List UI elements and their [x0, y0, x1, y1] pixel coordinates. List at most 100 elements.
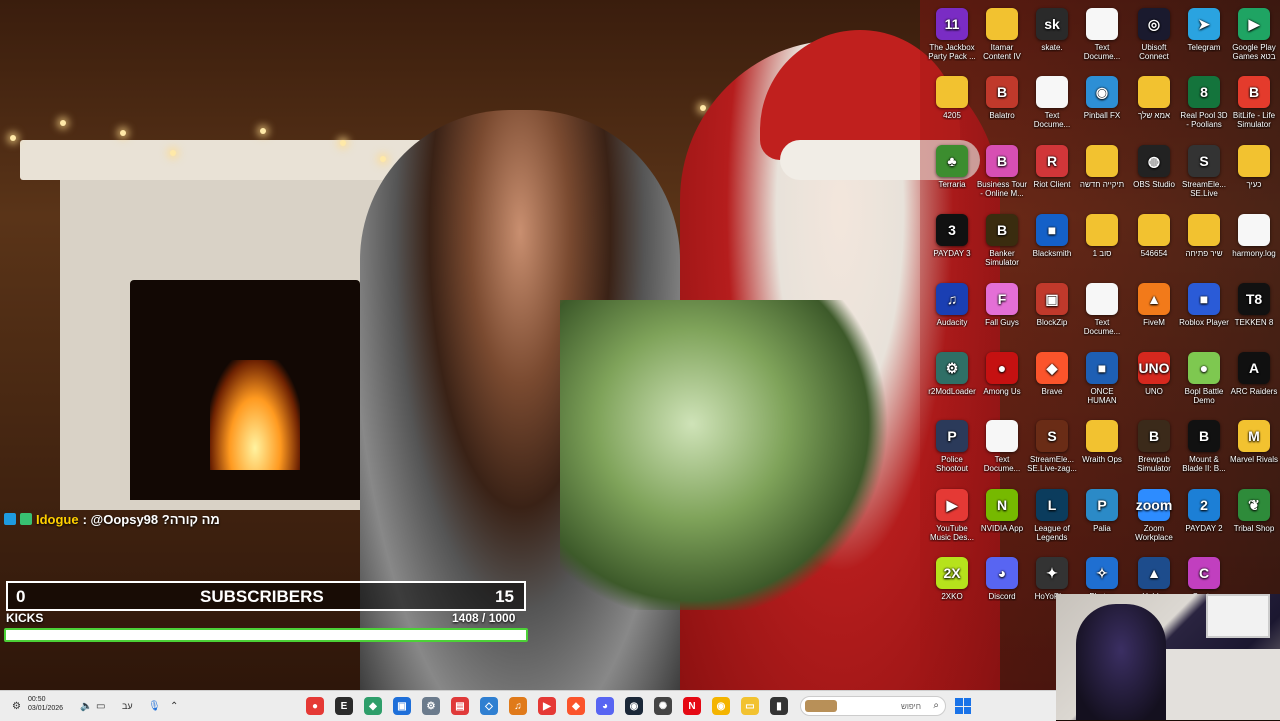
desktop-icon[interactable]: ➤ Telegram	[1178, 8, 1230, 52]
desktop-icon[interactable]: 3 PAYDAY 3	[926, 214, 978, 258]
desktop-icon-label: Text Docume...	[983, 455, 1021, 473]
desktop-icon[interactable]: B Brewpub Simulator	[1128, 420, 1180, 473]
desktop-icon[interactable]: Wraith Ops	[1076, 420, 1128, 464]
headset-icon[interactable]: ♫	[509, 697, 527, 715]
app-diamond-icon[interactable]: ◇	[480, 697, 498, 715]
settings-tray-icon[interactable]: ⚙	[12, 701, 21, 712]
webcam-person	[1076, 604, 1166, 720]
desktop-icon[interactable]: T8 TEKKEN 8	[1228, 283, 1280, 327]
desktop-icon[interactable]: 8 Real Pool 3D - Poolians	[1178, 76, 1230, 129]
desktop-icon[interactable]: P Police Shootout	[926, 420, 978, 473]
desktop-icon-label: harmony.log	[1232, 249, 1276, 258]
desktop-icon[interactable]: M Marvel Rivals	[1228, 420, 1280, 464]
subscriber-title: SUBSCRIBERS	[200, 587, 324, 606]
desktop-icon[interactable]: L League of Legends	[1026, 489, 1078, 542]
language-indicator[interactable]: עב	[122, 701, 133, 711]
app-icon	[1238, 145, 1270, 177]
desktop-icon[interactable]: 2 PAYDAY 2	[1178, 489, 1230, 533]
desktop-icon[interactable]: S StreamEle... SE.Live-zag...	[1026, 420, 1078, 473]
desktop-icon[interactable]: ◆ Brave	[1026, 352, 1078, 396]
desktop-icon[interactable]: Text Docume...	[1026, 76, 1078, 129]
brave-icon[interactable]: ◆	[567, 697, 585, 715]
desktop-icon[interactable]: S StreamEle... SE.Live	[1178, 145, 1230, 198]
desktop-icon[interactable]: B Business Tour - Online M...	[976, 145, 1028, 198]
media-player-icon[interactable]: ▶	[538, 697, 556, 715]
epic-games-icon[interactable]: E	[335, 697, 353, 715]
desktop-icon[interactable]: ◎ Ubisoft Connect	[1128, 8, 1180, 61]
desktop-icon[interactable]: UNO UNO	[1128, 352, 1180, 396]
desktop-icon[interactable]: R Riot Client	[1026, 145, 1078, 189]
desktop-icon[interactable]: ◉ Pinball FX	[1076, 76, 1128, 120]
desktop-icon[interactable]: ❦ Tribal Shop	[1228, 489, 1280, 533]
desktop-icon[interactable]: Text Docume...	[1076, 8, 1128, 61]
desktop-icon[interactable]: 2X 2XKO	[926, 557, 978, 601]
desktop-icon[interactable]: 4205	[926, 76, 978, 120]
desktop-icon[interactable]: Text Docume...	[1076, 283, 1128, 336]
start-button[interactable]	[955, 698, 971, 714]
app-icon: A	[1238, 352, 1270, 384]
clock[interactable]: 00:50 03/01/2026	[28, 695, 63, 713]
desktop-icon[interactable]: כעיך	[1228, 145, 1280, 189]
desktop-icon-label: Text Docume...	[1033, 111, 1071, 129]
desktop-icon[interactable]: P Palia	[1076, 489, 1128, 533]
desktop-icon[interactable]: ♫ Audacity	[926, 283, 978, 327]
terminal-icon[interactable]: ▮	[770, 697, 788, 715]
desktop-icon[interactable]: ▶ YouTube Music Des...	[926, 489, 978, 542]
app-icon: ◆	[1036, 352, 1068, 384]
file-explorer-icon[interactable]: ▭	[741, 697, 759, 715]
desktop-icon[interactable]: אמא שלך	[1128, 76, 1180, 120]
desktop-icon[interactable]: תיקייה חדשה	[1076, 145, 1128, 189]
app-icon: ◍	[1138, 145, 1170, 177]
desktop-icon[interactable]: ■ Blacksmith	[1026, 214, 1078, 258]
desktop-icon[interactable]: ● Among Us	[976, 352, 1028, 396]
netflix-icon[interactable]: N	[683, 697, 701, 715]
desktop-icon[interactable]: A ARC Raiders	[1228, 352, 1280, 396]
desktop-icon-label: NVIDIA App	[980, 524, 1024, 533]
desktop-icon[interactable]: F Fall Guys	[976, 283, 1028, 327]
desktop-icon[interactable]: ■ ONCE HUMAN	[1076, 352, 1128, 405]
search-box[interactable]: חיפוש ⌕	[800, 696, 946, 716]
desktop-icon[interactable]: sk skate.	[1026, 8, 1078, 52]
chatgpt-icon[interactable]: ✺	[654, 697, 672, 715]
desktop-icon[interactable]: ▲ FiveM	[1128, 283, 1180, 327]
steam-icon[interactable]: ◉	[625, 697, 643, 715]
webcam-bed	[1166, 649, 1280, 720]
desktop-icon[interactable]: ◕ Discord	[976, 557, 1028, 601]
volume-icon[interactable]: 🔈	[80, 701, 92, 712]
desktop-icon[interactable]: שיר פתיחה	[1178, 214, 1230, 258]
microphone-icon[interactable]: 🎙	[148, 701, 161, 712]
desktop-icon[interactable]: B Balatro	[976, 76, 1028, 120]
desktop-icon[interactable]: ♣ Terraria	[926, 145, 978, 189]
desktop-icon-label: Real Pool 3D - Poolians	[1180, 111, 1228, 129]
desktop-icon[interactable]: ⚙ r2ModLoader	[926, 352, 978, 396]
desktop-icon-label: BitLife - Life Simulator	[1232, 111, 1276, 129]
settings-icon[interactable]: ⚙	[422, 697, 440, 715]
desktop-icon[interactable]: 11 The Jackbox Party Pack ...	[926, 8, 978, 61]
desktop-icon[interactable]: harmony.log	[1228, 214, 1280, 258]
desktop-icon-label: Palia	[1093, 524, 1111, 533]
chevron-up-icon[interactable]: ⌃	[170, 701, 178, 712]
app-green-icon[interactable]: ◆	[364, 697, 382, 715]
desktop-icon[interactable]: B Banker Simulator	[976, 214, 1028, 267]
app-icon: ▲	[1138, 557, 1170, 589]
desktop-icon[interactable]: ■ Roblox Player	[1178, 283, 1230, 327]
chrome-icon[interactable]: ◉	[712, 697, 730, 715]
app-icon	[1086, 420, 1118, 452]
desktop-icon[interactable]: ● Bopl Battle Demo	[1178, 352, 1230, 405]
desktop-icon[interactable]: Text Docume...	[976, 420, 1028, 473]
desktop-icon[interactable]: zoom Zoom Workplace	[1128, 489, 1180, 542]
app-blue-icon[interactable]: ▣	[393, 697, 411, 715]
desktop-icon[interactable]: B BitLife - Life Simulator	[1228, 76, 1280, 129]
discord-icon[interactable]: ◕	[596, 697, 614, 715]
record-icon[interactable]: ●	[306, 697, 324, 715]
desktop-icon[interactable]: ◍ OBS Studio	[1128, 145, 1180, 189]
desktop-icon[interactable]: 1 סוב	[1076, 214, 1128, 258]
desktop-icon[interactable]: ▶ Google Play Games בטא	[1228, 8, 1280, 61]
desktop-icon[interactable]: B Mount & Blade II: B...	[1178, 420, 1230, 473]
desktop-icon[interactable]: 546654	[1128, 214, 1180, 258]
network-icon[interactable]: ▭	[96, 701, 105, 712]
app-red-icon[interactable]: ▤	[451, 697, 469, 715]
desktop-icon[interactable]: N NVIDIA App	[976, 489, 1028, 533]
desktop-icon[interactable]: ▣ BlockZip	[1026, 283, 1078, 327]
desktop-icon[interactable]: Itamar Content IV	[976, 8, 1028, 61]
